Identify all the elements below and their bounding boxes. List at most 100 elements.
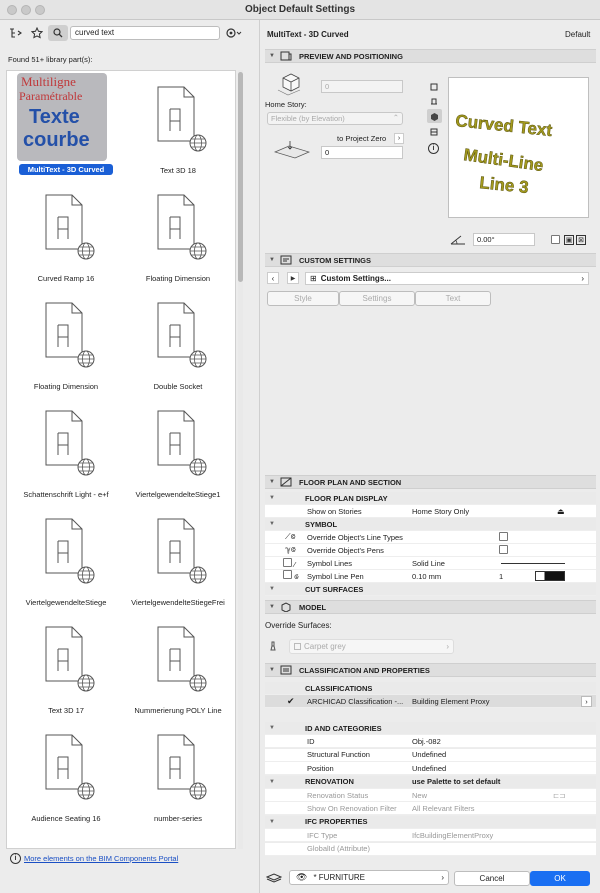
override-surface-select[interactable]: Carpet grey ›: [289, 639, 454, 654]
rotation-angle-field[interactable]: 0.00°: [473, 233, 535, 246]
model-section-header[interactable]: ▼ MODEL: [265, 600, 596, 614]
custom-settings-icon: [279, 255, 293, 265]
mirror-icon[interactable]: ▣: [564, 235, 574, 245]
library-part-item[interactable]: Audience Seating 16: [11, 721, 121, 829]
library-part-item[interactable]: Floating Dimension: [123, 181, 233, 289]
override-line-types-checkbox[interactable]: [499, 531, 508, 543]
layer-select[interactable]: 👁 * FURNITURE ›: [289, 870, 449, 885]
story-icon[interactable]: ⏏: [557, 507, 565, 516]
classifications-group-row: CLASSIFICATIONS: [265, 682, 596, 695]
library-part-label: Nummerierung POLY Line: [134, 706, 222, 715]
mirror-checkbox[interactable]: [551, 235, 560, 246]
floor-plan-row[interactable]: ▼ FLOOR PLAN DISPLAY: [265, 492, 596, 505]
floor-plan-row[interactable]: ⏏ Show on Stories Home Story Only: [265, 505, 596, 518]
property-row[interactable]: GlobalId (Attribute): [265, 842, 596, 856]
property-row[interactable]: Structural Function Undefined: [265, 748, 596, 762]
thumb-line-1: Multiligne: [21, 74, 76, 89]
home-story-select[interactable]: Flexible (by Elevation) ⌃: [267, 112, 403, 125]
property-row[interactable]: ID Obj.-082: [265, 735, 596, 749]
style-tab[interactable]: Style: [267, 291, 339, 306]
preview-line-3: Line 3: [479, 173, 530, 197]
collapse-triangle-icon: ▼: [269, 725, 275, 731]
floor-plan-row[interactable]: ⁄ Symbol Lines Solid Line: [265, 557, 596, 570]
property-row[interactable]: Renovation Status New ⊏⊐: [265, 789, 596, 802]
floor-plan-row[interactable]: ⟃ 1 Symbol Line Pen 0.10 mm: [265, 570, 596, 583]
library-tree-icon[interactable]: [8, 27, 24, 39]
library-part-item[interactable]: ViertelgewendelteStiegeFrei: [123, 505, 233, 613]
collapse-triangle-icon: ▼: [269, 257, 275, 263]
thumb-line-2: Paramétrable: [19, 89, 83, 103]
pen-color-swatch[interactable]: [535, 571, 565, 581]
property-row[interactable]: ▼ RENOVATION use Palette to set default: [265, 775, 596, 789]
elevation-view-icon[interactable]: [429, 127, 439, 137]
property-row[interactable]: Show On Renovation Filter All Relevant Fi…: [265, 802, 596, 816]
custom-settings-header[interactable]: ▼ CUSTOM SETTINGS: [265, 253, 596, 267]
text-tab[interactable]: Text: [415, 291, 491, 306]
classification-arrow-icon[interactable]: ›: [581, 695, 592, 707]
property-row[interactable]: Position Undefined: [265, 762, 596, 776]
library-part-label: Floating Dimension: [145, 274, 211, 283]
collapse-triangle-icon: ▼: [269, 495, 275, 501]
elevation-field[interactable]: 0: [321, 146, 403, 159]
property-row[interactable]: ▼ ID AND CATEGORIES: [265, 722, 596, 735]
library-part-item[interactable]: Curved Ramp 16: [11, 181, 121, 289]
collapse-triangle-icon: ▼: [269, 521, 275, 527]
floor-plan-row[interactable]: ℽ⟃ Override Object's Pens: [265, 544, 596, 557]
visibility-eye-icon: 👁: [296, 872, 308, 882]
library-part-item[interactable]: Text 3D 18: [123, 73, 233, 181]
settings-tab[interactable]: Settings: [339, 291, 415, 306]
library-part-item[interactable]: number-series: [123, 721, 233, 829]
select-arrow-icon: ›: [441, 873, 444, 882]
library-object-icon: [148, 515, 208, 587]
ok-button[interactable]: OK: [530, 871, 590, 886]
window-title: Object Default Settings: [244, 4, 355, 15]
library-part-item[interactable]: Nummerierung POLY Line: [123, 613, 233, 721]
override-pens-checkbox[interactable]: [499, 544, 508, 556]
library-object-icon: [36, 299, 96, 371]
library-part-item[interactable]: Schattenschrift Light - e+f: [11, 397, 121, 505]
select-arrows-icon: ⌃: [392, 113, 399, 122]
object-height-field[interactable]: 0: [321, 80, 403, 93]
library-scrollbar[interactable]: [238, 70, 243, 849]
3d-view-icon[interactable]: [427, 109, 442, 123]
line-type-icon: ⟋⟃: [285, 532, 296, 541]
title-bar: Object Default Settings: [0, 0, 600, 20]
section-view-icon[interactable]: [429, 96, 439, 106]
library-part-item[interactable]: ViertelgewendelteStiege: [11, 505, 121, 613]
collapse-triangle-icon: ▼: [269, 818, 275, 825]
search-input[interactable]: curved text: [70, 26, 220, 40]
bim-portal-link[interactable]: More elements on the BIM Components Port…: [24, 854, 178, 863]
floor-plan-view-icon[interactable]: [429, 82, 439, 92]
preview-section-header[interactable]: ▼ PREVIEW AND POSITIONING: [265, 49, 596, 63]
library-parts-grid: Multiligne Paramétrable Texte courbe MultiTe…: [6, 70, 236, 849]
library-scrollbar-thumb[interactable]: [238, 72, 243, 282]
library-part-item[interactable]: Floating Dimension: [11, 289, 121, 397]
mirror-y-icon[interactable]: ⊠: [576, 235, 586, 245]
previous-page-arrow-icon[interactable]: ‹: [267, 272, 279, 284]
floor-plan-row[interactable]: ▼ CUT SURFACES: [265, 583, 596, 596]
search-options-gear-icon[interactable]: [224, 26, 244, 40]
library-part-item[interactable]: ViertelgewendelteStiege1: [123, 397, 233, 505]
favorites-star-icon[interactable]: [30, 26, 44, 40]
reference-level-arrow-icon[interactable]: ›: [394, 133, 404, 144]
preview-info-icon[interactable]: i: [428, 143, 439, 154]
floor-plan-row[interactable]: ▼ SYMBOL: [265, 518, 596, 531]
library-part-item[interactable]: Double Socket: [123, 289, 233, 397]
library-object-icon: [148, 83, 208, 155]
library-part-item[interactable]: Text 3D 17: [11, 613, 121, 721]
property-row[interactable]: IFC Type IfcBuildingElementProxy: [265, 829, 596, 843]
floor-plan-row[interactable]: ⟋⟃ Override Object's Line Types: [265, 531, 596, 544]
custom-settings-dropdown[interactable]: ⊞ Custom Settings... ›: [305, 272, 589, 285]
pen-icon: ℽ⟃: [285, 545, 296, 554]
search-icon[interactable]: [48, 25, 68, 41]
classification-row[interactable]: ✔ ARCHICAD Classification -... Building …: [265, 695, 596, 708]
next-page-arrow-icon[interactable]: ▶: [287, 272, 299, 284]
cancel-button[interactable]: Cancel: [454, 871, 530, 886]
floor-plan-section-header[interactable]: ▼ FLOOR PLAN AND SECTION: [265, 475, 596, 489]
classification-section-header[interactable]: ▼ CLASSIFICATION AND PROPERTIES: [265, 663, 596, 677]
property-row[interactable]: ▼ IFC PROPERTIES: [265, 815, 596, 829]
symbol-pen-icon: ⟃: [283, 570, 299, 582]
collapse-triangle-icon: ▼: [269, 667, 275, 673]
surface-brush-icon[interactable]: [267, 640, 279, 652]
library-part-item[interactable]: Multiligne Paramétrable Texte courbe MultiTe…: [11, 73, 121, 181]
